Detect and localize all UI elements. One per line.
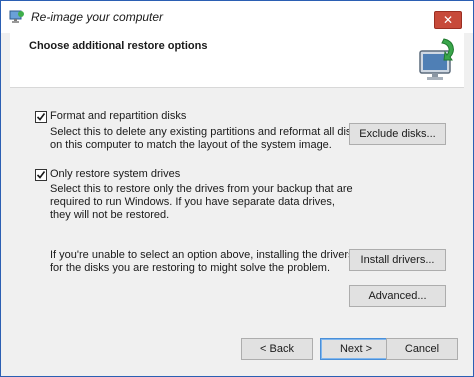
restore-system-drives-label[interactable]: Only restore system drives bbox=[50, 168, 180, 180]
page-title: Choose additional restore options bbox=[29, 40, 208, 52]
restore-system-drives-checkbox[interactable] bbox=[35, 169, 47, 181]
install-drivers-button[interactable]: Install drivers... bbox=[349, 249, 446, 271]
restore-computer-icon bbox=[414, 35, 460, 83]
options-panel: Format and repartition disks Select this… bbox=[10, 88, 464, 368]
window-title: Re-image your computer bbox=[31, 10, 164, 24]
format-repartition-description: Select this to delete any existing parti… bbox=[50, 126, 362, 152]
description-line: Select this to restore only the drives f… bbox=[50, 183, 353, 195]
cancel-button[interactable]: Cancel bbox=[386, 338, 458, 360]
checkmark-icon bbox=[36, 113, 46, 121]
back-button[interactable]: < Back bbox=[241, 338, 313, 360]
advanced-button[interactable]: Advanced... bbox=[349, 285, 446, 307]
restore-system-drives-description: Select this to restore only the drives f… bbox=[50, 183, 353, 222]
format-repartition-label[interactable]: Format and repartition disks bbox=[50, 110, 186, 122]
title-bar[interactable]: Re-image your computer ✕ bbox=[1, 1, 473, 33]
checkmark-icon bbox=[36, 171, 46, 179]
next-button[interactable]: Next > bbox=[320, 338, 392, 360]
description-line: they will not be restored. bbox=[50, 209, 170, 221]
description-line: for the disks you are restoring to might… bbox=[50, 262, 331, 274]
backup-app-icon bbox=[9, 10, 25, 24]
description-line: Select this to delete any existing parti… bbox=[50, 126, 363, 138]
drivers-info-text: If you're unable to select an option abo… bbox=[50, 249, 354, 275]
dialog-header: Choose additional restore options bbox=[10, 33, 464, 88]
close-icon: ✕ bbox=[442, 13, 454, 27]
exclude-disks-button[interactable]: Exclude disks... bbox=[349, 123, 446, 145]
reimage-dialog-window: Re-image your computer ✕ Choose addition… bbox=[0, 0, 474, 377]
close-button[interactable]: ✕ bbox=[434, 11, 462, 29]
description-line: If you're unable to select an option abo… bbox=[50, 249, 354, 261]
format-repartition-checkbox[interactable] bbox=[35, 111, 47, 123]
description-line: on this computer to match the layout of … bbox=[50, 139, 332, 151]
description-line: required to run Windows. If you have sep… bbox=[50, 196, 335, 208]
